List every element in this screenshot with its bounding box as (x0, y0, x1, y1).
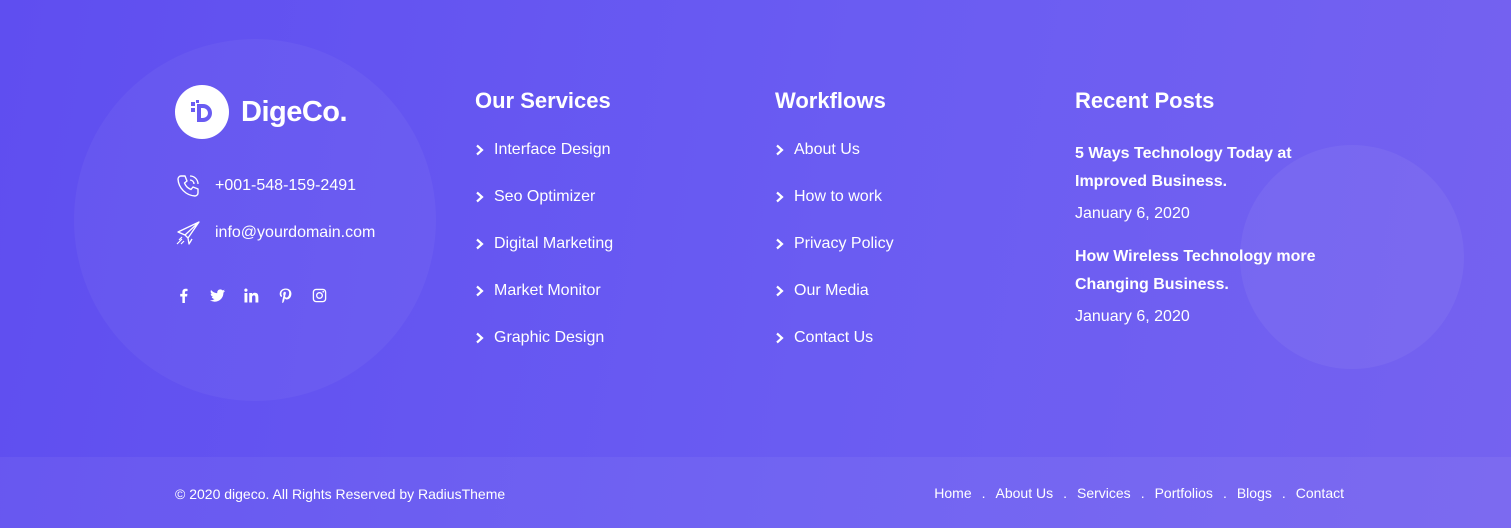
footer-bottom-bar: © 2020 digeco. All Rights Reserved by Ra… (0, 457, 1511, 528)
logo-mark-icon (175, 85, 229, 139)
facebook-icon[interactable] (175, 287, 191, 303)
workflows-link-how-to-work[interactable]: How to work (775, 187, 894, 207)
recent-post-title-line: Changing Business. (1075, 276, 1229, 293)
footer-main: DigeCo. +001-548-159-2491 info@yourdomai… (0, 0, 1511, 457)
workflows-heading: Workflows (775, 88, 886, 113)
workflows-list: About Us How to work Privacy Policy Our … (775, 140, 894, 348)
footer-nav-blogs[interactable]: Blogs (1237, 485, 1272, 501)
twitter-icon[interactable] (209, 287, 225, 303)
recent-post: 5 Ways Technology Today at Improved Busi… (1075, 140, 1335, 223)
footer-nav-portfolios[interactable]: Portfolios (1155, 485, 1213, 501)
workflows-column: Workflows About Us How to work Privacy P… (775, 88, 894, 375)
recent-posts-heading: Recent Posts (1075, 88, 1215, 113)
workflows-link-about-us[interactable]: About Us (775, 140, 894, 160)
workflows-link-label: How to work (794, 188, 883, 205)
workflows-link-label: About Us (794, 141, 860, 158)
nav-separator: . (1140, 485, 1145, 501)
nav-separator: . (1063, 485, 1067, 501)
phone-contact[interactable]: +001-548-159-2491 (175, 173, 356, 199)
nav-separator: . (981, 485, 986, 501)
workflows-link-label: Privacy Policy (794, 235, 894, 252)
chevron-right-icon (476, 191, 484, 203)
pinterest-icon[interactable] (277, 287, 293, 303)
services-link-interface-design[interactable]: Interface Design (475, 140, 613, 160)
footer-nav-home[interactable]: Home (934, 485, 971, 501)
recent-post-date: January 6, 2020 (1075, 205, 1190, 222)
services-column: Our Services Interface Design Seo Optimi… (475, 88, 613, 375)
phone-icon (177, 175, 199, 197)
chevron-right-icon (776, 238, 784, 250)
brand-logo[interactable]: DigeCo. (175, 85, 348, 139)
phone-number: +001-548-159-2491 (215, 177, 357, 194)
recent-post: How Wireless Technology more Changing Bu… (1075, 243, 1335, 326)
services-link-label: Market Monitor (494, 282, 601, 299)
services-link-label: Graphic Design (494, 329, 605, 346)
footer-nav-services[interactable]: Services (1077, 485, 1131, 501)
chevron-right-icon (776, 144, 784, 156)
footer-nav-about-us[interactable]: About Us (996, 485, 1054, 501)
instagram-icon[interactable] (311, 287, 327, 303)
chevron-right-icon (476, 144, 484, 156)
services-link-digital-marketing[interactable]: Digital Marketing (475, 234, 613, 254)
social-links (175, 287, 345, 303)
footer-nav-contact[interactable]: Contact (1296, 485, 1344, 501)
services-link-label: Interface Design (494, 141, 611, 158)
workflows-link-contact-us[interactable]: Contact Us (775, 328, 894, 348)
workflows-link-label: Our Media (794, 282, 869, 299)
services-link-seo-optimizer[interactable]: Seo Optimizer (475, 187, 613, 207)
recent-post-title-line: Improved Business. (1075, 173, 1228, 190)
workflows-link-privacy-policy[interactable]: Privacy Policy (775, 234, 894, 254)
services-link-label: Digital Marketing (494, 235, 614, 252)
chevron-right-icon (776, 285, 784, 297)
linkedin-icon[interactable] (243, 287, 259, 303)
recent-post-title-link[interactable]: How Wireless Technology more Changing Bu… (1075, 243, 1335, 299)
recent-posts-column: Recent Posts 5 Ways Technology Today at … (1075, 88, 1335, 346)
email-contact[interactable]: info@yourdomain.com (175, 220, 375, 246)
workflows-link-label: Contact Us (794, 329, 874, 346)
nav-separator: . (1222, 485, 1227, 501)
services-link-label: Seo Optimizer (494, 188, 596, 205)
recent-post-title-line: How Wireless Technology more (1075, 248, 1316, 265)
services-list: Interface Design Seo Optimizer Digital M… (475, 140, 613, 348)
nav-separator: . (1281, 485, 1286, 501)
email-address: info@yourdomain.com (215, 224, 376, 241)
recent-post-date: January 6, 2020 (1075, 308, 1190, 325)
chevron-right-icon (476, 332, 484, 344)
services-link-graphic-design[interactable]: Graphic Design (475, 328, 613, 348)
workflows-link-our-media[interactable]: Our Media (775, 281, 894, 301)
chevron-right-icon (476, 238, 484, 250)
footer-bottom-nav: Home . About Us . Services . Portfolios … (934, 485, 1344, 501)
services-link-market-monitor[interactable]: Market Monitor (475, 281, 613, 301)
chevron-right-icon (476, 285, 484, 297)
services-heading: Our Services (475, 88, 611, 113)
chevron-right-icon (776, 332, 784, 344)
copyright-text: © 2020 digeco. All Rights Reserved by Ra… (175, 486, 506, 502)
recent-post-title-link[interactable]: 5 Ways Technology Today at Improved Busi… (1075, 140, 1335, 196)
chevron-right-icon (776, 191, 784, 203)
paper-plane-icon (176, 221, 200, 245)
brand-name: DigeCo. (241, 95, 348, 128)
recent-post-title-line: 5 Ways Technology Today at (1075, 145, 1292, 162)
